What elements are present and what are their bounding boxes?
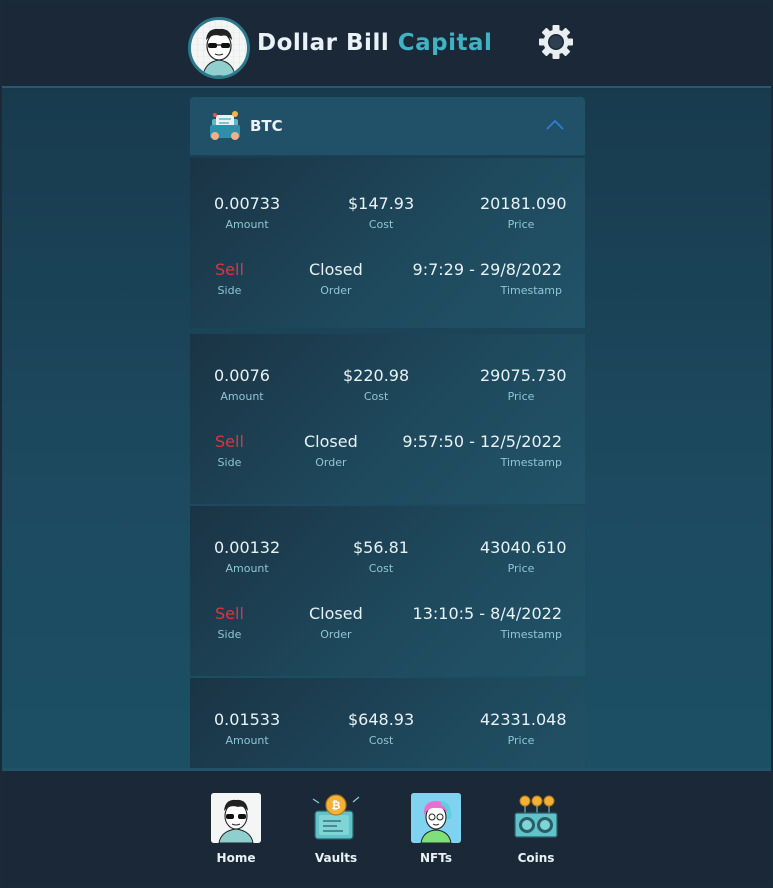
cost-value: $56.81 bbox=[353, 538, 409, 557]
price-cell: 43040.610 Price bbox=[480, 538, 567, 575]
svg-text:₿: ₿ bbox=[332, 799, 341, 812]
order-label: Order bbox=[320, 284, 352, 297]
price-value: 29075.730 bbox=[480, 366, 567, 385]
app-frame: Dollar Bill Capital BTC 0.00733 Amount $… bbox=[2, 2, 771, 886]
order-cell: Closed Order bbox=[309, 260, 363, 297]
trade-card[interactable]: 0.0076 Amount $220.98 Cost 29075.730 Pri… bbox=[190, 334, 585, 504]
price-cell: 20181.090 Price bbox=[480, 194, 567, 231]
amount-cell: 0.00733 Amount bbox=[214, 194, 280, 231]
bitcoin-vault-icon: ₿ bbox=[311, 793, 361, 843]
top-header: Dollar Bill Capital bbox=[2, 2, 771, 88]
amount-cell: 0.0076 Amount bbox=[214, 366, 270, 403]
btc-accordion-header[interactable]: BTC bbox=[190, 97, 585, 155]
cost-value: $147.93 bbox=[348, 194, 415, 213]
nav-nfts[interactable]: NFTs bbox=[401, 793, 471, 865]
order-value: Closed bbox=[304, 432, 358, 451]
price-label: Price bbox=[507, 562, 535, 575]
amount-value: 0.0076 bbox=[214, 366, 270, 385]
side-cell: Sell Side bbox=[215, 432, 244, 469]
timestamp-label: Timestamp bbox=[500, 456, 562, 469]
timestamp-label: Timestamp bbox=[500, 628, 562, 641]
order-cell: Closed Order bbox=[304, 432, 358, 469]
cost-cell: $56.81 Cost bbox=[353, 538, 409, 575]
nft-character-icon bbox=[411, 793, 461, 843]
cost-label: Cost bbox=[368, 218, 394, 231]
nav-home[interactable]: Home bbox=[201, 793, 271, 865]
timestamp-cell: 13:10:5 - 8/4/2022 Timestamp bbox=[390, 604, 562, 641]
nav-coins[interactable]: Coins bbox=[501, 793, 571, 865]
price-cell: 42331.048 Price bbox=[480, 710, 567, 747]
chevron-up-icon[interactable] bbox=[545, 115, 565, 135]
price-label: Price bbox=[507, 390, 535, 403]
timestamp-label: Timestamp bbox=[500, 284, 562, 297]
timestamp-value: 9:7:29 - 29/8/2022 bbox=[412, 260, 562, 279]
gear-icon[interactable] bbox=[538, 24, 574, 60]
nav-home-label: Home bbox=[216, 851, 256, 865]
price-value: 43040.610 bbox=[480, 538, 567, 557]
amount-cell: 0.00132 Amount bbox=[214, 538, 280, 575]
price-value: 20181.090 bbox=[480, 194, 567, 213]
price-label: Price bbox=[507, 734, 535, 747]
side-cell: Sell Side bbox=[215, 604, 244, 641]
coin-folder-icon bbox=[208, 109, 242, 143]
side-label: Side bbox=[217, 456, 242, 469]
side-label: Side bbox=[217, 284, 242, 297]
cost-cell: $220.98 Cost bbox=[343, 366, 409, 403]
price-value: 42331.048 bbox=[480, 710, 567, 729]
side-value: Sell bbox=[215, 260, 244, 279]
bottom-nav: Home ₿ Vaults NFTs Coins bbox=[2, 768, 771, 886]
cost-label: Cost bbox=[363, 390, 389, 403]
mining-rig-icon bbox=[511, 793, 561, 843]
cost-label: Cost bbox=[368, 734, 394, 747]
cost-cell: $147.93 Cost bbox=[348, 194, 414, 231]
side-cell: Sell Side bbox=[215, 260, 244, 297]
order-label: Order bbox=[315, 456, 347, 469]
trade-list: 0.00733 Amount $147.93 Cost 20181.090 Pr… bbox=[190, 158, 585, 768]
nav-nfts-label: NFTs bbox=[420, 851, 452, 865]
price-label: Price bbox=[507, 218, 535, 231]
brand-title: Dollar Bill Capital bbox=[257, 30, 492, 56]
amount-cell: 0.01533 Amount bbox=[214, 710, 280, 747]
amount-value: 0.00132 bbox=[214, 538, 281, 557]
order-label: Order bbox=[320, 628, 352, 641]
brand-name-part1: Dollar Bill bbox=[257, 30, 390, 56]
amount-label: Amount bbox=[225, 562, 269, 575]
avatar-home-icon bbox=[211, 793, 261, 843]
side-label: Side bbox=[217, 628, 242, 641]
order-value: Closed bbox=[309, 604, 363, 623]
cost-cell: $648.93 Cost bbox=[348, 710, 414, 747]
cost-value: $220.98 bbox=[343, 366, 410, 385]
timestamp-cell: 9:57:50 - 12/5/2022 Timestamp bbox=[390, 432, 562, 469]
side-value: Sell bbox=[215, 432, 244, 451]
trade-card[interactable]: 0.01533 Amount $648.93 Cost 42331.048 Pr… bbox=[190, 678, 585, 768]
amount-value: 0.01533 bbox=[214, 710, 281, 729]
amount-label: Amount bbox=[225, 734, 269, 747]
cost-value: $648.93 bbox=[348, 710, 415, 729]
amount-label: Amount bbox=[225, 218, 269, 231]
order-value: Closed bbox=[309, 260, 363, 279]
trade-card[interactable]: 0.00733 Amount $147.93 Cost 20181.090 Pr… bbox=[190, 158, 585, 328]
timestamp-value: 13:10:5 - 8/4/2022 bbox=[412, 604, 562, 623]
trade-card[interactable]: 0.00132 Amount $56.81 Cost 43040.610 Pri… bbox=[190, 506, 585, 676]
side-value: Sell bbox=[215, 604, 244, 623]
cost-label: Cost bbox=[368, 562, 394, 575]
panel-title: BTC bbox=[250, 117, 283, 135]
profile-avatar-icon[interactable] bbox=[188, 17, 250, 79]
amount-value: 0.00733 bbox=[214, 194, 281, 213]
amount-label: Amount bbox=[220, 390, 264, 403]
price-cell: 29075.730 Price bbox=[480, 366, 567, 403]
timestamp-cell: 9:7:29 - 29/8/2022 Timestamp bbox=[410, 260, 562, 297]
timestamp-value: 9:57:50 - 12/5/2022 bbox=[402, 432, 562, 451]
order-cell: Closed Order bbox=[309, 604, 363, 641]
nav-vaults-label: Vaults bbox=[314, 851, 358, 865]
nav-coins-label: Coins bbox=[517, 851, 555, 865]
brand-name-part2: Capital bbox=[397, 30, 493, 56]
nav-vaults[interactable]: ₿ Vaults bbox=[301, 793, 371, 865]
